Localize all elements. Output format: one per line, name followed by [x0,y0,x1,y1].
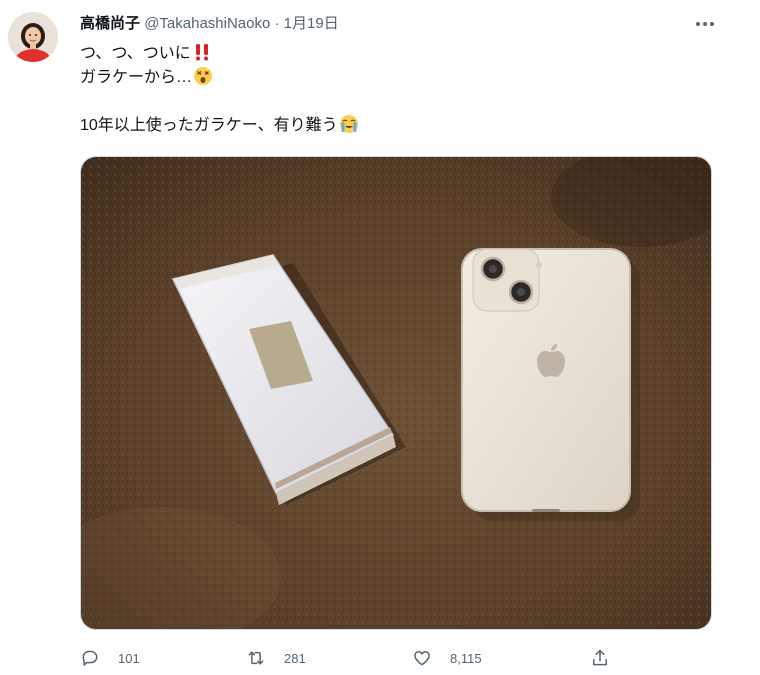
tweet-header: 高橋尚子 @TakahashiNaoko · 1月19日 [80,14,339,34]
more-options-button[interactable] [694,13,716,35]
loudly-crying-face-icon [339,115,358,133]
tweet-text-line-1-text: つ、つ、ついに [80,45,191,62]
share-icon [593,649,607,666]
more-icon [696,22,714,26]
like-count: 8,115 [450,650,482,666]
tweet-text-line-4-text: 10年以上使ったガラケー、有り難う [80,117,338,134]
display-name[interactable]: 高橋尚子 [80,15,140,32]
reply-count: 101 [118,650,140,666]
tweet-text-line-2: ガラケーから… [80,66,359,90]
share-button[interactable] [590,645,610,671]
tweet-actions: 101 281 8,115 [80,645,720,671]
separator-dot: · [274,15,280,32]
tweet[interactable]: 高橋尚子 @TakahashiNaoko · 1月19日 つ、つ、ついに ガラケ… [0,0,760,675]
reply-button[interactable]: 101 [80,645,140,671]
avatar[interactable] [8,12,58,62]
user-handle[interactable]: @TakahashiNaoko [144,15,270,32]
like-button[interactable]: 8,115 [412,645,482,671]
tweet-date[interactable]: 1月19日 [284,15,339,32]
reply-icon [82,650,98,666]
double-exclamation-icon [195,44,208,61]
retweet-button[interactable]: 281 [246,645,306,671]
avatar-image [8,12,58,62]
photo-flip-phone-and-smartphone [81,157,711,629]
tweet-text-line-4: 10年以上使ったガラケー、有り難う [80,114,359,138]
tweet-text: つ、つ、ついに ガラケーから… 10年以上使ったガラケー、有り難う [80,42,359,138]
tweet-text-line-1: つ、つ、ついに [80,42,359,66]
tweet-photo[interactable] [80,156,712,630]
tweet-text-line-2-text: ガラケーから… [80,69,193,86]
retweet-count: 281 [284,650,306,666]
heart-icon [414,651,430,666]
dizzy-face-icon [194,67,213,85]
retweet-icon [248,651,264,665]
